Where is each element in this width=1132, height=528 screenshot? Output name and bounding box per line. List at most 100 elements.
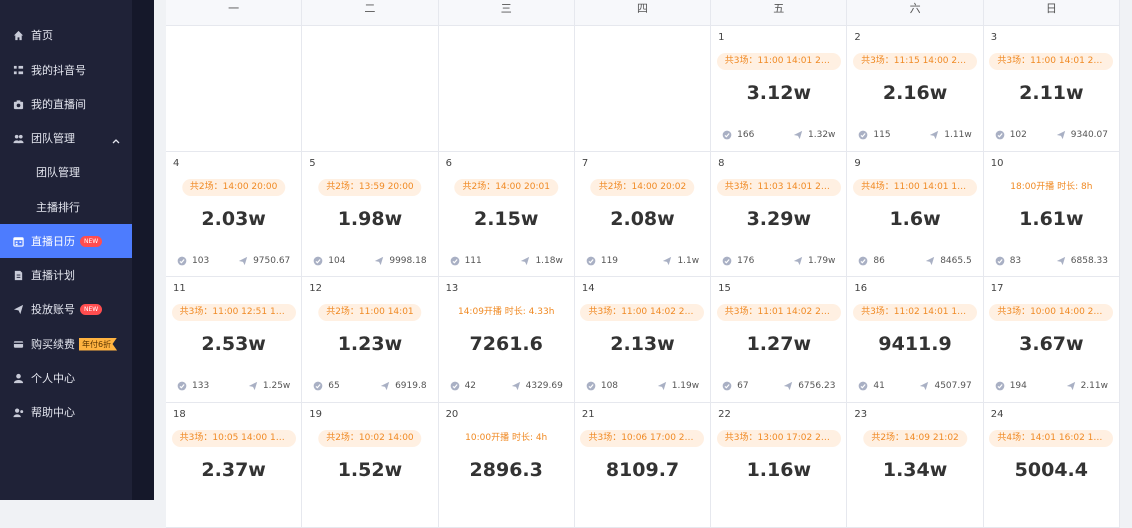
day-total-value: 5004.4: [984, 459, 1119, 481]
home-icon: [12, 29, 24, 41]
sidebar-item-label: 主播排行: [36, 199, 80, 215]
session-times: 18:00开播 时长: 8h: [1002, 179, 1100, 196]
send-metric: 9340.07: [1056, 130, 1108, 140]
viewer-metric: 176: [722, 256, 754, 266]
calendar-day-cell[interactable]: 12共2场：11:00 14:011.23w656919.8: [302, 277, 438, 403]
session-times: 共2场：14:00 20:01: [454, 179, 557, 196]
calendar-day-cell[interactable]: [439, 26, 575, 152]
calendar-day-cell[interactable]: 22共3场：13:00 17:02 21:011.16w: [711, 403, 847, 528]
calendar-day-cell[interactable]: 1共3场：11:00 14:01 20:023.12w1661.32w: [711, 26, 847, 152]
sidebar-item-douyin-accounts[interactable]: 我的抖音号: [0, 53, 132, 87]
send-metric: 1.79w: [793, 256, 835, 266]
calendar-day-cell[interactable]: 3共3场：11:00 14:01 20:022.11w1029340.07: [984, 26, 1120, 152]
sidebar: 首页 我的抖音号 我的直播间 团队管理 团队管理 主播排行 直播日历 NEW 直…: [0, 0, 132, 500]
day-number: 6: [446, 158, 452, 169]
calendar-day-cell[interactable]: [166, 26, 302, 152]
calendar-day-cell[interactable]: 11共3场：11:00 12:51 14:002.53w1331.25w: [166, 277, 302, 403]
promo-badge: 年付6折: [79, 338, 117, 351]
send-metric: 6858.33: [1056, 256, 1108, 266]
calendar-day-cell[interactable]: [302, 26, 438, 152]
sidebar-item-purchase[interactable]: 购买续费 年付6折: [0, 327, 132, 361]
new-badge: NEW: [80, 236, 102, 247]
calendar-day-cell[interactable]: 1018:00开播 时长: 8h1.61w836858.33: [984, 152, 1120, 278]
day-number: 11: [173, 283, 186, 294]
calendar-day-cell[interactable]: 7共2场：14:00 20:022.08w1191.1w: [575, 152, 711, 278]
sidebar-item-label: 直播计划: [31, 267, 75, 283]
sidebar-item-live-rooms[interactable]: 我的直播间: [0, 87, 132, 121]
weekday-label: 一: [166, 0, 302, 26]
sidebar-item-profile[interactable]: 个人中心: [0, 361, 132, 395]
day-number: 7: [582, 158, 588, 169]
calendar-day-cell[interactable]: 23共2场：14:09 21:021.34w: [847, 403, 983, 528]
calendar-day-cell[interactable]: 14共3场：11:00 14:02 20:002.13w1081.19w: [575, 277, 711, 403]
day-number: 21: [582, 409, 595, 420]
check-circle-icon: [995, 256, 1005, 266]
sidebar-subitem-team-management[interactable]: 团队管理: [0, 155, 132, 189]
calendar-day-cell[interactable]: 5共2场：13:59 20:001.98w1049998.18: [302, 152, 438, 278]
calendar-day-cell[interactable]: 4共2场：14:00 20:002.03w1039750.67: [166, 152, 302, 278]
day-total-value: 7261.6: [439, 333, 574, 355]
calendar-day-cell[interactable]: 19共2场：10:02 14:001.52w: [302, 403, 438, 528]
session-times: 共3场：10:05 14:00 18:00: [172, 430, 296, 447]
new-badge: NEW: [80, 304, 102, 315]
viewer-metric-value: 133: [192, 381, 209, 391]
send-metric-value: 1.19w: [672, 381, 699, 391]
sidebar-item-team[interactable]: 团队管理: [0, 121, 132, 155]
calendar-day-cell[interactable]: 18共3场：10:05 14:00 18:002.37w: [166, 403, 302, 528]
day-total-value: 2.37w: [166, 459, 301, 481]
send-icon: [793, 256, 803, 266]
send-metric-value: 1.11w: [944, 130, 971, 140]
weekday-label: 日: [984, 0, 1120, 26]
document-icon: [12, 269, 24, 281]
day-total-value: 1.27w: [711, 333, 846, 355]
calendar-day-cell[interactable]: 15共3场：11:01 14:02 20:001.27w676756.23: [711, 277, 847, 403]
viewer-metric-value: 41: [873, 381, 884, 391]
calendar-day-cell[interactable]: 2共3场：11:15 14:00 23:012.16w1151.11w: [847, 26, 983, 152]
send-metric-value: 1.18w: [535, 256, 562, 266]
calendar-day-cell[interactable]: 6共2场：14:00 20:012.15w1111.18w: [439, 152, 575, 278]
send-icon: [793, 130, 803, 140]
calendar-icon: [12, 235, 24, 247]
viewer-metric-value: 115: [873, 130, 890, 140]
calendar-day-cell[interactable]: [575, 26, 711, 152]
day-number: 17: [991, 283, 1004, 294]
send-icon: [1056, 256, 1066, 266]
sidebar-item-home[interactable]: 首页: [0, 18, 132, 52]
viewer-metric: 108: [586, 381, 618, 391]
calendar-day-cell[interactable]: 9共4场：11:00 14:01 17:02...1.6w868465.5: [847, 152, 983, 278]
viewer-metric-value: 102: [1010, 130, 1027, 140]
sidebar-item-live-plan[interactable]: 直播计划: [0, 258, 132, 292]
calendar-day-cell[interactable]: 21共3场：10:06 17:00 21:028109.7: [575, 403, 711, 528]
calendar-day-cell[interactable]: 2010:00开播 时长: 4h2896.3: [439, 403, 575, 528]
day-total-value: 1.34w: [847, 459, 982, 481]
send-metric-value: 9340.07: [1071, 130, 1108, 140]
sidebar-item-live-calendar[interactable]: 直播日历 NEW: [0, 224, 132, 258]
session-times: 共3场：10:00 14:00 22:00: [989, 304, 1113, 321]
calendar-day-cell[interactable]: 1314:09开播 时长: 4.33h7261.6424329.69: [439, 277, 575, 403]
check-circle-icon: [450, 381, 460, 391]
send-icon: [380, 381, 390, 391]
grid-icon: [12, 64, 24, 76]
calendar-day-cell[interactable]: 16共3场：11:02 14:01 18:009411.9414507.97: [847, 277, 983, 403]
calendar-day-cell[interactable]: 17共3场：10:00 14:00 22:003.67w1942.11w: [984, 277, 1120, 403]
check-circle-icon: [722, 130, 732, 140]
calendar-day-cell[interactable]: 24共4场：14:01 16:02 19:02...5004.4: [984, 403, 1120, 528]
user-icon: [12, 372, 24, 384]
weekday-label: 五: [711, 0, 847, 26]
calendar-day-cell[interactable]: 8共3场：11:03 14:01 20:003.29w1761.79w: [711, 152, 847, 278]
session-times: 共3场：13:00 17:02 21:01: [717, 430, 841, 447]
send-icon: [929, 130, 939, 140]
session-times: 共2场：13:59 20:00: [318, 179, 421, 196]
sidebar-item-help[interactable]: 帮助中心: [0, 395, 132, 429]
send-metric: 1.25w: [248, 381, 290, 391]
viewer-metric-value: 119: [601, 256, 618, 266]
sidebar-item-ad-accounts[interactable]: 投放账号 NEW: [0, 292, 132, 326]
day-number: 9: [854, 158, 860, 169]
viewer-metric: 67: [722, 381, 748, 391]
sidebar-subitem-host-ranking[interactable]: 主播排行: [0, 190, 132, 224]
viewer-metric: 103: [177, 256, 209, 266]
send-metric-value: 9998.18: [389, 256, 426, 266]
session-times: 共3场：11:00 14:01 20:02: [717, 53, 841, 70]
viewer-metric-value: 166: [737, 130, 754, 140]
check-circle-icon: [858, 130, 868, 140]
